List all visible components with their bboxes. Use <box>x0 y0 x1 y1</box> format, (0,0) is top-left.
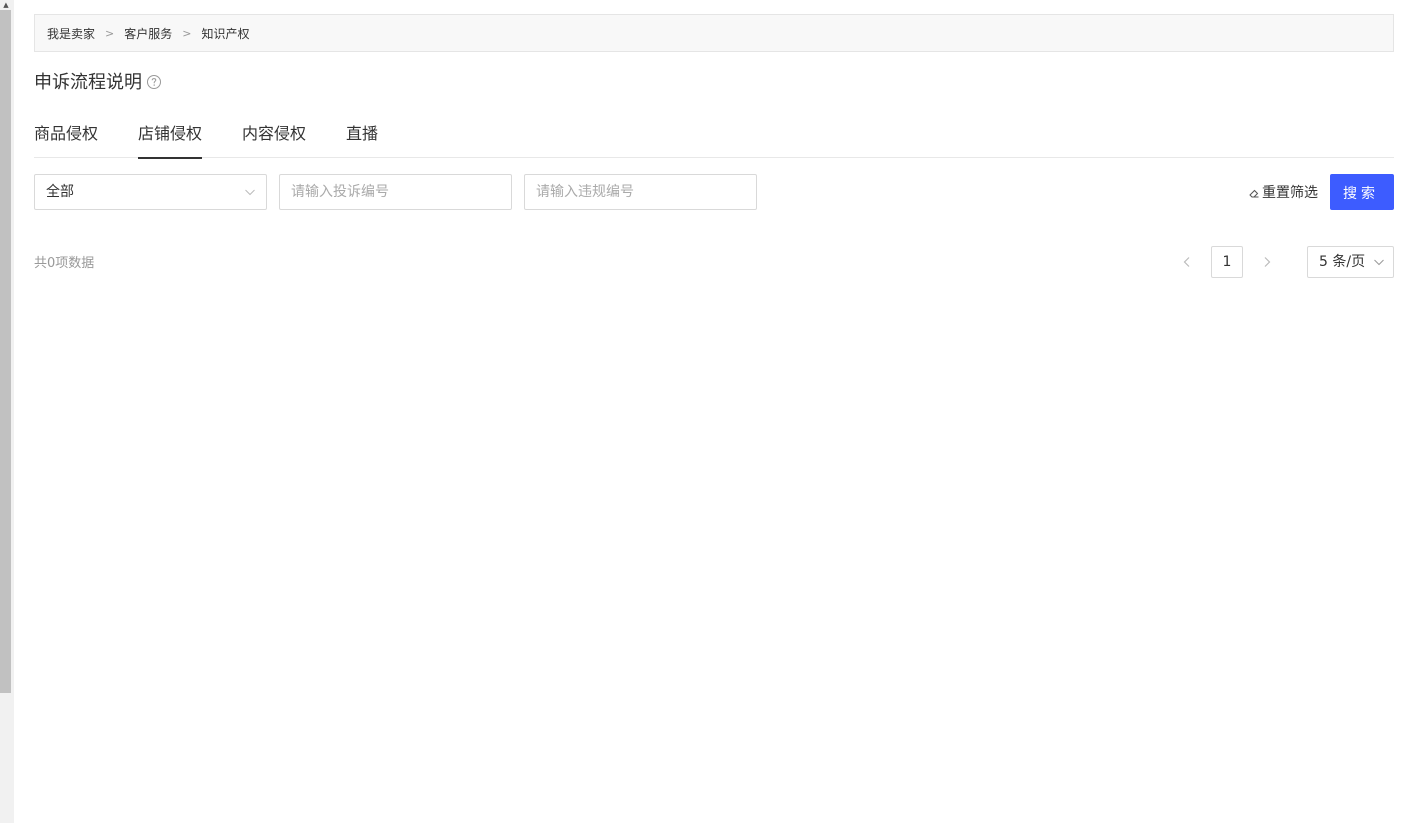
chevron-left-icon <box>1183 257 1190 267</box>
tab-shop-infringement[interactable]: 店铺侵权 <box>138 112 203 159</box>
page-size-value: 5 条/页 <box>1319 254 1366 270</box>
scrollbar-thumb[interactable] <box>0 10 11 693</box>
eraser-icon <box>1249 189 1259 198</box>
search-button[interactable]: 搜索 <box>1330 174 1394 210</box>
complaint-number-input[interactable] <box>279 174 512 210</box>
left-gutter: ▲ <box>0 0 14 823</box>
reset-filter-button[interactable]: 重置筛选 <box>1249 174 1318 210</box>
question-circle-icon[interactable] <box>146 74 162 90</box>
tab-product-infringement[interactable]: 商品侵权 <box>34 112 98 158</box>
total-count-text: 共0项数据 <box>34 256 95 271</box>
breadcrumb: 我是卖家 > 客户服务 > 知识产权 <box>34 14 1394 52</box>
scroll-up-arrow-icon[interactable]: ▲ <box>0 0 12 10</box>
breadcrumb-item-ip: 知识产权 <box>201 26 250 41</box>
chevron-down-icon <box>245 189 255 196</box>
status-select[interactable]: 全部 <box>34 174 267 210</box>
tab-live[interactable]: 直播 <box>346 112 378 158</box>
breadcrumb-item-seller[interactable]: 我是卖家 <box>47 25 95 42</box>
chevron-down-icon <box>1374 259 1384 266</box>
breadcrumb-separator: > <box>182 26 192 40</box>
pagination: 1 5 条/页 <box>1171 246 1394 278</box>
violation-number-input[interactable] <box>524 174 757 210</box>
chevron-right-icon <box>1264 257 1271 267</box>
page-number-current[interactable]: 1 <box>1211 246 1243 278</box>
filter-row: 全部 重置筛选 搜索 <box>34 174 1394 210</box>
page-title[interactable]: 申诉流程说明 <box>34 68 142 94</box>
reset-filter-label: 重置筛选 <box>1262 185 1318 201</box>
prev-page-button[interactable] <box>1171 246 1203 278</box>
next-page-button[interactable] <box>1251 246 1283 278</box>
tab-content-infringement[interactable]: 内容侵权 <box>242 112 306 158</box>
page-size-select[interactable]: 5 条/页 <box>1307 246 1394 278</box>
breadcrumb-item-customer-service[interactable]: 客户服务 <box>124 25 172 42</box>
breadcrumb-separator: > <box>105 26 115 40</box>
status-select-value: 全部 <box>46 184 74 200</box>
tab-bar: 商品侵权 店铺侵权 内容侵权 直播 <box>34 112 1394 159</box>
page-title-row: 申诉流程说明 <box>34 68 162 94</box>
